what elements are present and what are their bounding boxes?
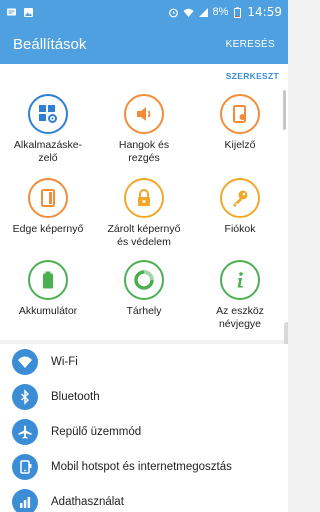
tile-label: Alkalmazáske-zelő [13,139,83,164]
alarm-icon [168,7,179,18]
list-item-airplane[interactable]: Repülő üzemmód [0,414,288,449]
bluetooth-icon [12,383,38,410]
tile-lock-screen[interactable]: Zárolt képernyő és védelem [96,178,192,249]
tile-label: Fiókok [224,223,256,235]
tile-label: Akkumulátor [18,305,78,317]
tile-about-device[interactable]: Az eszköz névjegye [192,260,288,331]
wifi-icon [12,348,38,375]
battery-icon [28,260,68,300]
list-item-label: Wi-Fi [51,355,78,368]
list-item-data-usage[interactable]: Adathasználat [0,484,288,512]
page-title: Beállítások [13,35,87,53]
tile-sounds[interactable]: Hangok és rezgés [96,94,192,165]
search-button[interactable]: KERESÉS [226,39,275,50]
list-item-bluetooth[interactable]: Bluetooth [0,379,288,414]
data-usage-icon [12,488,38,512]
tile-label: Zárolt képernyő és védelem [107,223,181,248]
lock-icon [124,178,164,218]
storage-icon [124,260,164,300]
tile-label: Tárhely [126,305,162,317]
list-item-label: Mobil hotspot és internetmegosztás [51,460,232,473]
scrollbar[interactable] [283,90,286,130]
list-item-hotspot[interactable]: Mobil hotspot és internetmegosztás [0,449,288,484]
tile-label: Edge képernyő [12,223,84,235]
list-item-label: Bluetooth [51,390,100,403]
status-bar: 8% 14:59 [0,0,288,24]
tile-accounts[interactable]: Fiókok [192,178,288,236]
signal-icon [198,7,209,18]
battery-icon [232,6,243,18]
list-item-wifi[interactable]: Wi-Fi [0,344,288,379]
speaker-icon [124,94,164,134]
app-bar: Beállítások KERESÉS [0,24,288,64]
airplane-icon [12,418,38,445]
list-item-label: Repülő üzemmód [51,425,142,438]
key-icon [220,178,260,218]
quick-settings-card: SZERKESZT Alkalmazáske-zelő Hangok és rez… [0,64,288,340]
tile-storage[interactable]: Tárhely [96,260,192,318]
wifi-icon [183,7,194,18]
image-icon [23,7,34,18]
tile-battery[interactable]: Akkumulátor [0,260,96,318]
battery-percent: 8% [212,6,229,18]
edit-button[interactable]: SZERKESZT [226,71,279,81]
app-manager-icon [28,94,68,134]
tile-label: Hangok és rezgés [118,139,170,164]
info-icon [220,260,260,300]
hotspot-icon [12,453,38,480]
message-icon [6,7,17,18]
settings-list: Wi-Fi Bluetooth Repülő üzemmód Mobil hot… [0,344,288,512]
edge-screen-icon [28,178,68,218]
list-item-label: Adathasználat [51,495,124,508]
clock: 14:59 [247,5,282,19]
tile-display[interactable]: Kijelző [192,94,288,152]
display-icon [220,94,260,134]
tile-app-manager[interactable]: Alkalmazáske-zelő [0,94,96,165]
tile-label: Az eszköz névjegye [216,305,264,330]
tile-label: Kijelző [224,139,256,151]
tile-edge-screen[interactable]: Edge képernyő [0,178,96,236]
